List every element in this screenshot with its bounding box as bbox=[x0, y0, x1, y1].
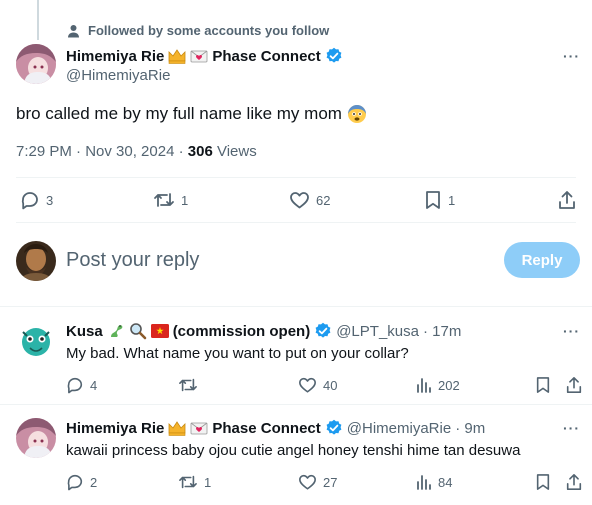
handle[interactable]: @HimemiyaRie bbox=[66, 67, 170, 84]
reply-icon bbox=[20, 190, 40, 210]
display-name[interactable]: Himemiya Rie bbox=[66, 48, 164, 65]
more-options-icon[interactable]: ··· bbox=[563, 420, 580, 436]
reply-action[interactable]: 2 bbox=[66, 473, 97, 491]
affiliation[interactable]: Phase Connect bbox=[212, 420, 320, 437]
reply-author[interactable]: Himemiya Rie Phase Connect @HimemiyaRie … bbox=[66, 419, 485, 437]
heart-icon bbox=[298, 473, 317, 491]
like-action[interactable]: 40 bbox=[298, 376, 337, 394]
verified-badge-icon bbox=[325, 419, 343, 437]
reply-composer-input[interactable]: Post your reply bbox=[66, 249, 199, 272]
bookmark-icon[interactable] bbox=[535, 473, 551, 491]
verified-badge-icon bbox=[325, 47, 343, 65]
display-name[interactable]: Kusa bbox=[66, 323, 103, 340]
affiliation[interactable]: Phase Connect bbox=[212, 48, 320, 65]
views-count: 306 bbox=[187, 143, 213, 160]
more-options-icon[interactable]: ··· bbox=[563, 323, 580, 339]
crown-emoji-icon bbox=[168, 420, 186, 436]
timestamp[interactable]: · 9m bbox=[455, 420, 485, 437]
divider bbox=[0, 404, 592, 405]
reply-text: kawaii princess baby ojou cutie angel ho… bbox=[66, 442, 521, 459]
heart-icon bbox=[289, 190, 310, 210]
views-action[interactable]: 84 bbox=[416, 473, 452, 491]
repost-icon bbox=[153, 190, 175, 210]
reply-button[interactable]: Reply bbox=[504, 242, 580, 278]
reply-action[interactable]: 3 bbox=[20, 190, 53, 210]
repost-action[interactable]: 1 bbox=[153, 190, 188, 210]
repost-action[interactable]: 1 bbox=[178, 473, 211, 491]
avatar[interactable] bbox=[16, 322, 56, 362]
person-icon bbox=[67, 24, 80, 38]
social-context: Followed by some accounts you follow bbox=[67, 23, 329, 38]
views-label: Views bbox=[216, 143, 257, 160]
reply-author[interactable]: Kusa (commission open) @LPT_kusa · 17m bbox=[66, 322, 461, 340]
share-icon[interactable] bbox=[565, 376, 583, 394]
flag-vietnam-icon bbox=[150, 324, 169, 338]
analytics-icon bbox=[416, 473, 432, 491]
thread-line bbox=[37, 0, 39, 40]
analytics-icon bbox=[416, 376, 432, 394]
my-avatar[interactable] bbox=[16, 241, 56, 281]
divider bbox=[16, 177, 576, 178]
reply-icon bbox=[66, 473, 84, 491]
timestamp[interactable]: 7:29 PM · Nov 30, 2024 · bbox=[16, 143, 188, 160]
share-icon[interactable] bbox=[557, 190, 577, 210]
like-action[interactable]: 27 bbox=[298, 473, 337, 491]
reply-icon bbox=[66, 376, 84, 394]
heart-icon bbox=[298, 376, 317, 394]
bookmark-action[interactable]: 1 bbox=[424, 190, 455, 210]
repost-icon bbox=[178, 376, 198, 394]
verified-badge-icon bbox=[314, 322, 332, 340]
love-letter-emoji-icon bbox=[190, 48, 208, 64]
display-name[interactable]: Himemiya Rie bbox=[66, 420, 164, 437]
reply-action[interactable]: 4 bbox=[66, 376, 97, 394]
post-text: bro called me by my full name like my mo… bbox=[16, 104, 367, 124]
repost-action[interactable] bbox=[178, 376, 204, 394]
divider bbox=[0, 306, 592, 307]
bookmark-icon bbox=[424, 190, 442, 210]
share-icon[interactable] bbox=[565, 473, 583, 491]
crown-emoji-icon bbox=[168, 48, 186, 64]
reply-text: My bad. What name you want to put on you… bbox=[66, 345, 409, 362]
handle[interactable]: @LPT_kusa bbox=[336, 323, 419, 340]
like-action[interactable]: 62 bbox=[289, 190, 330, 210]
love-letter-emoji-icon bbox=[190, 420, 208, 436]
avatar[interactable] bbox=[16, 44, 56, 84]
bookmark-icon[interactable] bbox=[535, 376, 551, 394]
handle[interactable]: @HimemiyaRie bbox=[347, 420, 451, 437]
dragon-emoji-icon bbox=[107, 322, 125, 340]
divider bbox=[16, 222, 576, 223]
fearful-face-emoji-icon bbox=[347, 104, 367, 124]
magnifying-glass-emoji-icon bbox=[129, 322, 147, 340]
post-meta: 7:29 PM · Nov 30, 2024 · 306 Views bbox=[16, 143, 257, 160]
views-action[interactable]: 202 bbox=[416, 376, 460, 394]
display-name-suffix[interactable]: (commission open) bbox=[173, 323, 311, 340]
post-author[interactable]: Himemiya Rie Phase Connect bbox=[66, 47, 343, 65]
avatar[interactable] bbox=[16, 418, 56, 458]
timestamp[interactable]: · 17m bbox=[423, 323, 461, 340]
repost-icon bbox=[178, 473, 198, 491]
more-options-icon[interactable]: ··· bbox=[563, 48, 580, 64]
